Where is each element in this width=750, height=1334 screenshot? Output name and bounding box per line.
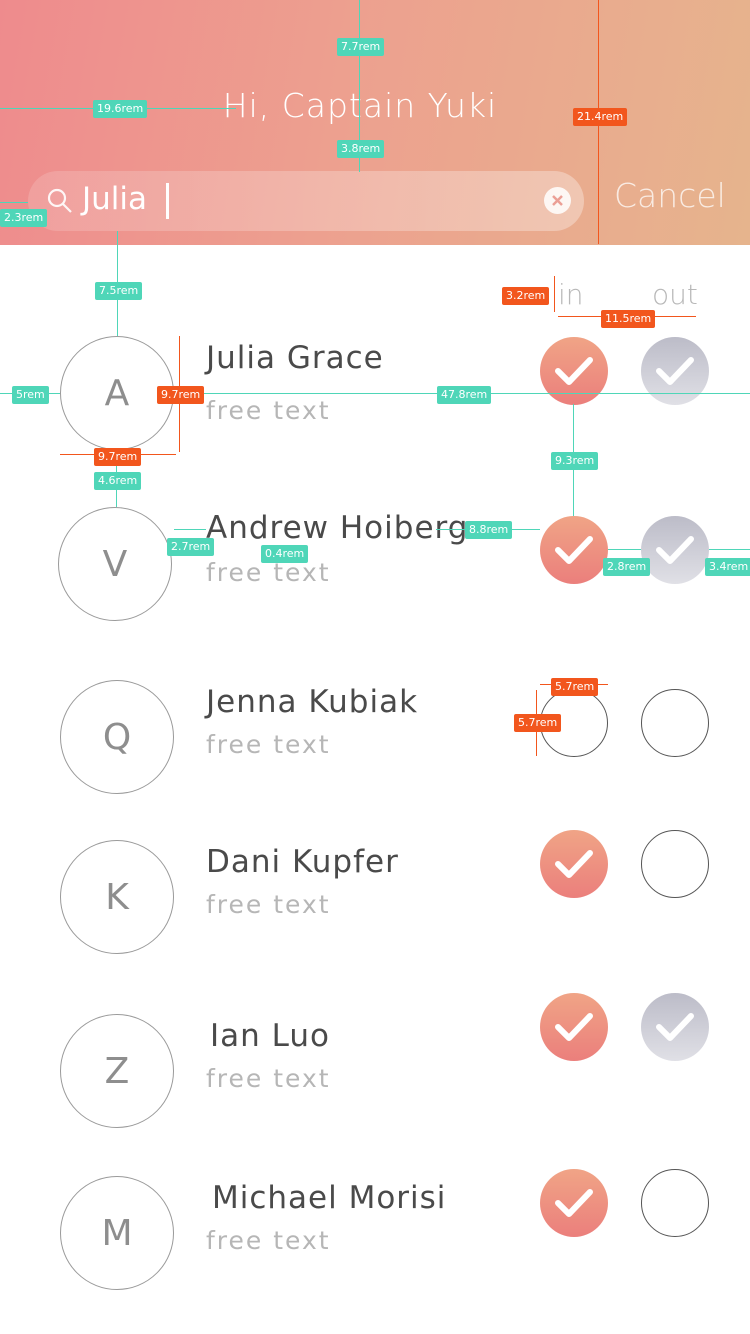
out-check-toggle[interactable] — [641, 993, 709, 1061]
check-icon — [656, 536, 694, 564]
search-input[interactable]: Julia — [82, 181, 147, 217]
measure-label: 4.6rem — [94, 472, 142, 490]
contact-subtitle: free text — [206, 396, 331, 425]
contact-name: Jenna Kubiak — [206, 684, 419, 720]
measure-label: 2.7rem — [167, 538, 215, 556]
contact-subtitle: free text — [206, 890, 331, 919]
check-icon — [555, 357, 593, 385]
contact-subtitle: free text — [206, 1064, 331, 1093]
contact-row[interactable]: Z Ian Luo free text — [0, 993, 750, 1168]
contact-name: Dani Kupfer — [206, 844, 399, 880]
cancel-button[interactable]: Cancel — [614, 176, 726, 215]
measure-label: 2.8rem — [603, 558, 651, 576]
measure-label: 0.4rem — [261, 545, 309, 563]
avatar: M — [60, 1176, 174, 1290]
out-check-toggle[interactable] — [641, 337, 709, 405]
in-column-label: in — [558, 278, 584, 311]
measure-label: 5rem — [12, 386, 49, 404]
check-icon — [656, 1013, 694, 1041]
measure-label: 2.3rem — [0, 209, 48, 227]
contact-name: Andrew Hoiberg — [206, 510, 469, 546]
search-bar[interactable]: Julia — [28, 171, 584, 231]
contact-subtitle: free text — [206, 1226, 331, 1255]
avatar: Z — [60, 1014, 174, 1128]
measure-label: 11.5rem — [601, 310, 656, 328]
measure-label: 47.8rem — [437, 386, 492, 404]
out-check-toggle[interactable] — [641, 1169, 709, 1237]
in-check-toggle[interactable] — [540, 993, 608, 1061]
out-check-toggle[interactable] — [641, 516, 709, 584]
measure-label: 9.7rem — [157, 386, 205, 404]
in-check-toggle[interactable] — [540, 516, 608, 584]
check-icon — [555, 1013, 593, 1041]
avatar: Q — [60, 680, 174, 794]
contact-subtitle: free text — [206, 730, 331, 759]
measure-label: 19.6rem — [93, 100, 148, 118]
check-icon — [656, 357, 694, 385]
contact-name: Ian Luo — [210, 1018, 330, 1054]
out-check-toggle[interactable] — [641, 830, 709, 898]
contact-row[interactable]: Q Jenna Kubiak free text — [0, 674, 750, 834]
search-icon — [47, 188, 72, 213]
measure-line — [709, 549, 750, 550]
measure-line — [0, 202, 28, 203]
measure-label: 7.5rem — [95, 282, 143, 300]
out-check-toggle[interactable] — [641, 689, 709, 757]
measure-line — [554, 276, 555, 312]
in-check-toggle[interactable] — [540, 1169, 608, 1237]
measure-label: 21.4rem — [573, 108, 628, 126]
contact-row[interactable]: M Michael Morisi free text — [0, 1169, 750, 1330]
in-check-toggle[interactable] — [540, 830, 608, 898]
avatar: K — [60, 840, 174, 954]
check-icon — [555, 850, 593, 878]
measure-line — [174, 529, 206, 530]
measure-label: 5.7rem — [514, 714, 562, 732]
contact-row[interactable]: V Andrew Hoiberg free text — [0, 500, 750, 660]
clear-icon[interactable] — [544, 187, 571, 214]
avatar: V — [58, 507, 172, 621]
measure-label: 3.2rem — [502, 287, 550, 305]
measure-label: 9.3rem — [551, 452, 599, 470]
measure-label: 3.8rem — [337, 140, 385, 158]
check-icon — [555, 1189, 593, 1217]
in-check-toggle[interactable] — [540, 337, 608, 405]
text-caret — [166, 183, 169, 219]
measure-label: 3.4rem — [705, 558, 750, 576]
measure-label: 8.8rem — [465, 521, 513, 539]
check-icon — [555, 536, 593, 564]
measure-label: 9.7rem — [94, 448, 142, 466]
header: Hi, Captain Yuki Julia Cancel — [0, 0, 750, 245]
contact-name: Julia Grace — [206, 340, 384, 376]
measure-label: 5.7rem — [551, 678, 599, 696]
contact-row[interactable]: K Dani Kupfer free text — [0, 830, 750, 994]
out-column-label: out — [652, 278, 698, 311]
contact-row[interactable]: A Julia Grace free text — [0, 330, 750, 490]
contact-name: Michael Morisi — [212, 1180, 447, 1216]
measure-label: 7.7rem — [337, 38, 385, 56]
measure-line — [608, 549, 641, 550]
